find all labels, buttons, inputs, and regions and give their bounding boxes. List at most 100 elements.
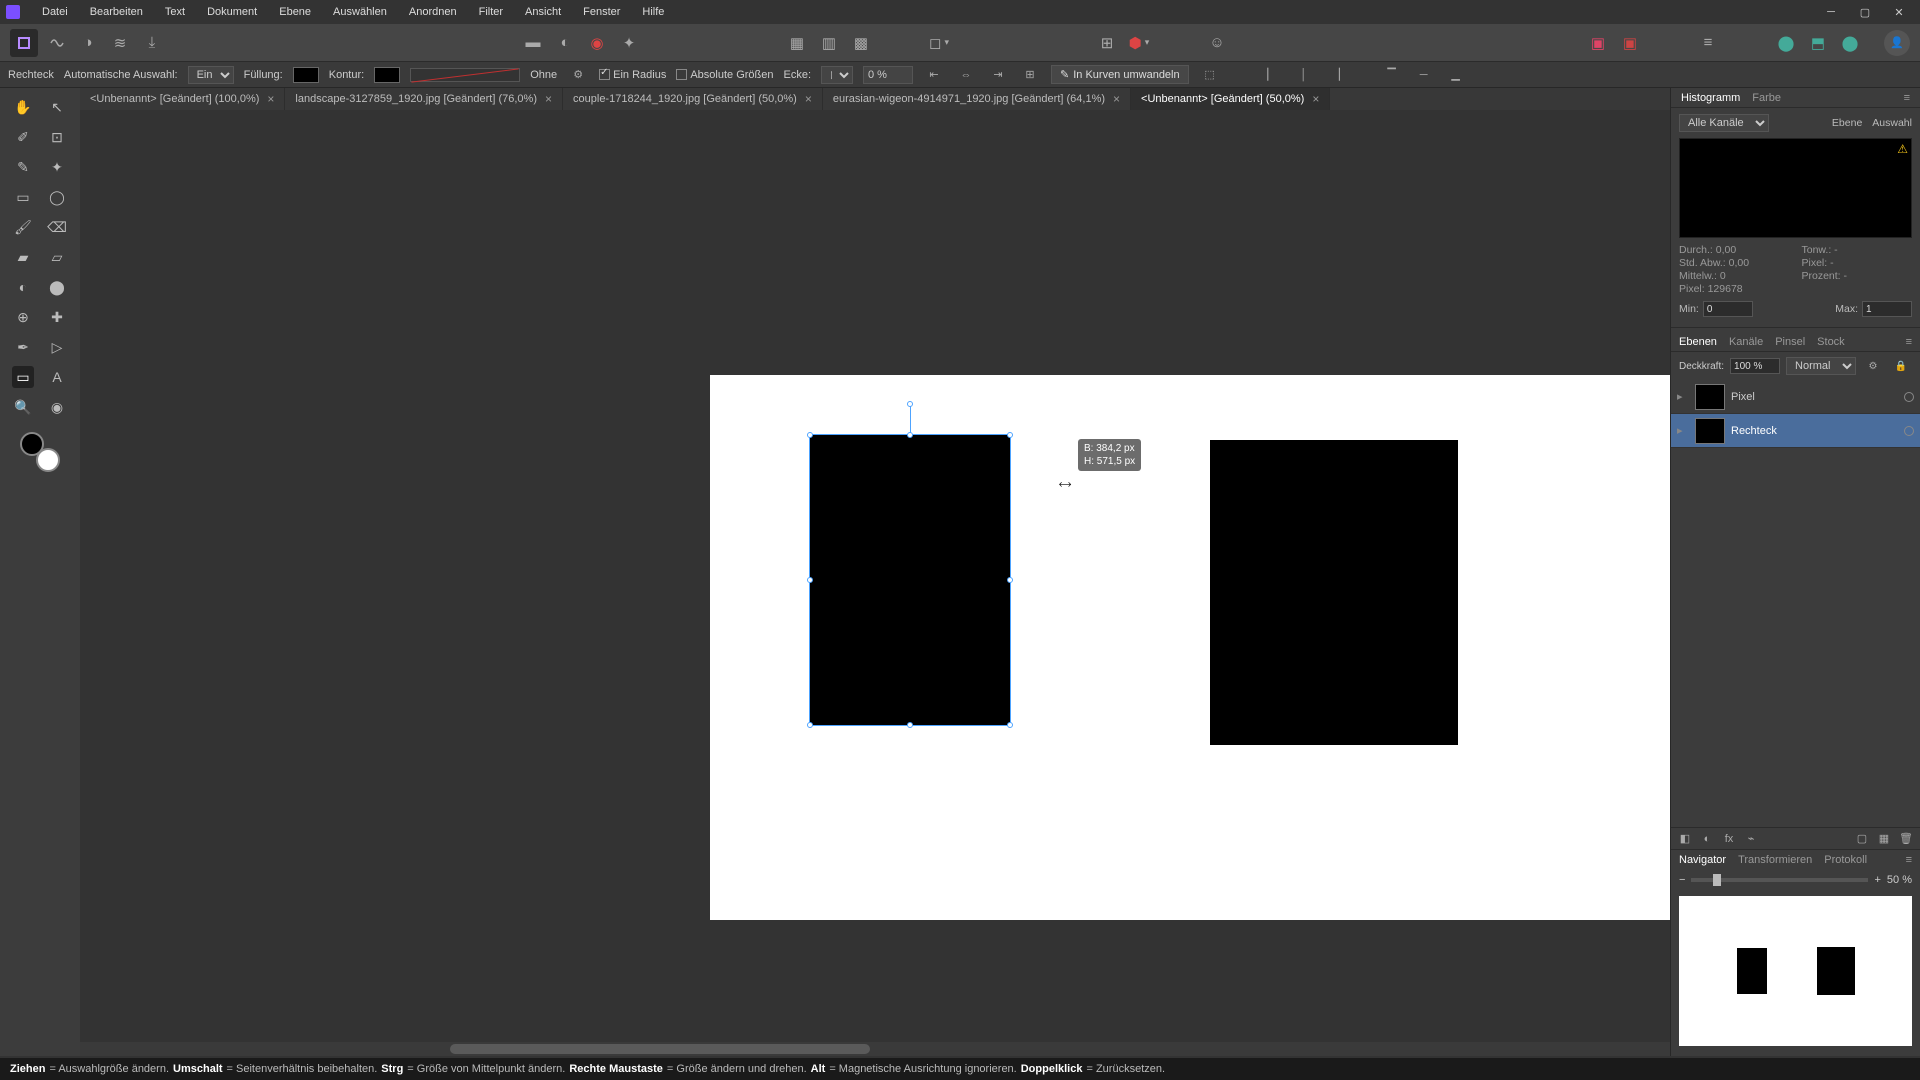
- pen-tool-icon[interactable]: ✒: [12, 336, 34, 358]
- menu-dokument[interactable]: Dokument: [197, 4, 267, 20]
- photo-persona-icon[interactable]: [10, 29, 38, 57]
- add-pixel-layer-icon[interactable]: ▦: [1876, 832, 1892, 845]
- close-tab-icon[interactable]: ×: [805, 92, 812, 106]
- order-back-icon[interactable]: ▣: [1584, 29, 1612, 57]
- crop-tool-icon[interactable]: ⊞: [1093, 29, 1121, 57]
- zoom-slider[interactable]: [1691, 878, 1868, 882]
- assistant-icon[interactable]: ☺: [1203, 29, 1231, 57]
- document-tab[interactable]: couple-1718244_1920.jpg [Geändert] (50,0…: [563, 88, 823, 110]
- close-tab-icon[interactable]: ×: [1113, 92, 1120, 106]
- scope-layer[interactable]: Ebene: [1832, 117, 1862, 129]
- node-tool-icon[interactable]: ▷: [46, 336, 68, 358]
- tone-persona-icon[interactable]: ≋: [106, 29, 134, 57]
- move-tool-icon[interactable]: ↖: [46, 96, 68, 118]
- halign-center-icon[interactable]: │: [1293, 65, 1315, 85]
- mask-layer-icon[interactable]: ◧: [1677, 832, 1693, 845]
- menu-text[interactable]: Text: [155, 4, 195, 20]
- menu-filter[interactable]: Filter: [469, 4, 513, 20]
- document-tab[interactable]: eurasian-wigeon-4914971_1920.jpg [Geände…: [823, 88, 1131, 110]
- rectangle-tool-icon[interactable]: ▭: [12, 366, 34, 388]
- rotation-handle[interactable]: [907, 401, 913, 407]
- autocontrast-icon[interactable]: ◐: [551, 29, 579, 57]
- delete-layer-icon[interactable]: 🗑: [1898, 832, 1914, 845]
- tab-history[interactable]: Protokoll: [1824, 854, 1867, 866]
- grid-split-icon[interactable]: ▥: [815, 29, 843, 57]
- convert-to-curves-button[interactable]: ✎In Kurven umwandeln: [1051, 65, 1189, 84]
- color-picker-tool-icon[interactable]: ✐: [12, 126, 34, 148]
- tab-navigator[interactable]: Navigator: [1679, 854, 1726, 866]
- resize-handle-e[interactable]: [1007, 577, 1013, 583]
- color-swatches[interactable]: [20, 432, 60, 472]
- valign-top-icon[interactable]: ▔: [1381, 65, 1403, 85]
- layer-row[interactable]: ▸ Pixel: [1671, 380, 1920, 414]
- halign-right-icon[interactable]: ▕: [1325, 65, 1347, 85]
- stack-dropdown[interactable]: ⬢: [1125, 29, 1153, 57]
- layer-visibility-toggle[interactable]: [1904, 392, 1914, 402]
- layer-expand-icon[interactable]: ▸: [1677, 424, 1689, 437]
- close-tab-icon[interactable]: ×: [1312, 92, 1319, 106]
- menu-ansicht[interactable]: Ansicht: [515, 4, 571, 20]
- develop-persona-icon[interactable]: ◑: [74, 29, 102, 57]
- document-tab[interactable]: <Unbenannt> [Geändert] (50,0%)×: [1131, 88, 1330, 110]
- zoom-in-button[interactable]: +: [1874, 874, 1880, 886]
- zoom-tool-icon[interactable]: 🔍: [12, 396, 34, 418]
- tab-layers[interactable]: Ebenen: [1679, 336, 1717, 348]
- layer-fx-icon[interactable]: ⚙: [1862, 356, 1884, 376]
- single-radius-checkbox[interactable]: [599, 69, 610, 80]
- autocolor-icon[interactable]: ◉: [583, 29, 611, 57]
- corner-value-input[interactable]: [863, 66, 913, 84]
- eraser-tool-icon[interactable]: ⌫: [46, 216, 68, 238]
- resize-handle-nw[interactable]: [807, 432, 813, 438]
- scope-selection[interactable]: Auswahl: [1872, 117, 1912, 129]
- menu-fenster[interactable]: Fenster: [573, 4, 630, 20]
- layer-visibility-toggle[interactable]: [1904, 426, 1914, 436]
- clone-tool-icon[interactable]: ⊕: [12, 306, 34, 328]
- order-front-icon[interactable]: ▣: [1616, 29, 1644, 57]
- liquify-persona-icon[interactable]: [42, 29, 70, 57]
- flood-select-icon[interactable]: ✦: [46, 156, 68, 178]
- stroke-settings-button[interactable]: ⚙: [567, 65, 589, 85]
- selection-brush-icon[interactable]: ✎: [12, 156, 34, 178]
- tab-channels[interactable]: Kanäle: [1729, 336, 1763, 348]
- view-tool-icon[interactable]: ◉: [46, 396, 68, 418]
- menu-anordnen[interactable]: Anordnen: [399, 4, 467, 20]
- menu-bearbeiten[interactable]: Bearbeiten: [80, 4, 153, 20]
- autoselect-dropdown[interactable]: Ein: [188, 66, 234, 84]
- sync-icon[interactable]: ⬤: [1772, 29, 1800, 57]
- align-center-icon[interactable]: ⇔: [955, 65, 977, 85]
- adjust-layer-icon[interactable]: ◐: [1699, 833, 1715, 845]
- menu-ebene[interactable]: Ebene: [269, 4, 321, 20]
- tab-histogram[interactable]: Histogramm: [1681, 92, 1740, 104]
- document-tab[interactable]: <Unbenannt> [Geändert] (100,0%)×: [80, 88, 285, 110]
- crop-tool-icon[interactable]: ⊡: [46, 126, 68, 148]
- tab-transform[interactable]: Transformieren: [1738, 854, 1812, 866]
- lasso-tool-icon[interactable]: ◯: [46, 186, 68, 208]
- dodge-tool-icon[interactable]: ◐: [12, 276, 34, 298]
- zoom-out-button[interactable]: −: [1679, 874, 1685, 886]
- layer-expand-icon[interactable]: ▸: [1677, 390, 1689, 403]
- close-tab-icon[interactable]: ×: [267, 92, 274, 106]
- tab-stock[interactable]: Stock: [1817, 336, 1845, 348]
- panel-menu-icon[interactable]: ≡: [1904, 92, 1910, 104]
- paint-brush-icon[interactable]: 🖌: [12, 216, 34, 238]
- selection-mode-dropdown[interactable]: ◻: [925, 29, 953, 57]
- hand-tool-icon[interactable]: ✋: [12, 96, 34, 118]
- align-right-icon[interactable]: ⇥: [987, 65, 1009, 85]
- minimize-button[interactable]: ─: [1816, 2, 1846, 22]
- resize-handle-sw[interactable]: [807, 722, 813, 728]
- gradient-tool-icon[interactable]: ▱: [46, 246, 68, 268]
- valign-mid-icon[interactable]: ─: [1413, 65, 1435, 85]
- layer-lock-icon[interactable]: 🔒: [1890, 356, 1912, 376]
- halign-left-icon[interactable]: ▏: [1261, 65, 1283, 85]
- valign-bot-icon[interactable]: ▁: [1445, 65, 1467, 85]
- layers-menu-icon[interactable]: ≡: [1906, 336, 1912, 348]
- navigator-preview[interactable]: [1679, 896, 1912, 1046]
- rectangle-shape[interactable]: [1210, 440, 1458, 745]
- nav-menu-icon[interactable]: ≡: [1906, 854, 1912, 866]
- align-more-icon[interactable]: ⊞: [1019, 65, 1041, 85]
- autowhite-icon[interactable]: ✦: [615, 29, 643, 57]
- geometry-icon[interactable]: ⬚: [1199, 65, 1221, 85]
- horizontal-scrollbar[interactable]: [80, 1042, 1670, 1056]
- grid-none-icon[interactable]: ▦: [783, 29, 811, 57]
- menu-datei[interactable]: Datei: [32, 4, 78, 20]
